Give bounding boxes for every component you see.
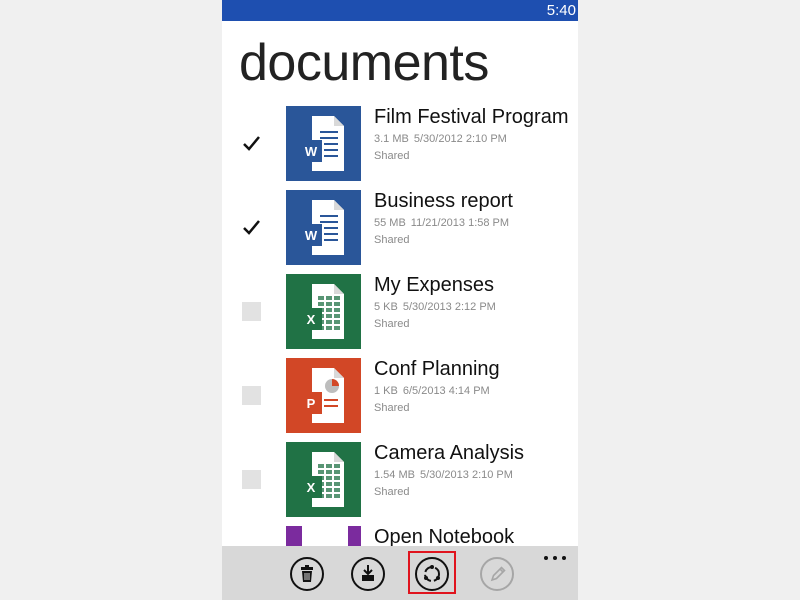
status-clock: 5:40 [546, 2, 576, 19]
share-button[interactable] [415, 557, 449, 591]
checkmark-icon [243, 136, 260, 151]
list-item[interactable]: X Camera Analysis 1.54 MB 5/30/2013 2:10 PM… [222, 442, 578, 526]
document-date: 11/21/2013 1:58 PM [410, 217, 510, 229]
page-title: documents [239, 34, 489, 92]
document-info[interactable]: My Expenses 5 KB 5/30/2013 2:12 PM Shared [374, 274, 578, 331]
document-date: 5/30/2013 2:12 PM [402, 301, 496, 313]
svg-text:W: W [305, 144, 318, 159]
list-item[interactable]: W Film Festival Program 3.1 MB 5/30/2012 2:… [222, 106, 578, 190]
share-icon [424, 565, 440, 582]
document-date: 5/30/2012 2:10 PM [413, 133, 507, 145]
download-icon [362, 565, 374, 581]
document-size: 1 KB [374, 385, 398, 397]
svg-text:X: X [307, 480, 316, 495]
word-doc-icon[interactable]: W [286, 190, 361, 265]
svg-text:X: X [307, 312, 316, 327]
pencil-icon [490, 566, 506, 582]
document-name[interactable]: My Expenses [374, 273, 578, 297]
document-meta: 5 KB 5/30/2013 2:12 PM [374, 300, 578, 314]
more-options-icon[interactable] [544, 554, 568, 564]
document-size: 55 MB [374, 217, 406, 229]
delete-button[interactable] [290, 557, 324, 591]
document-date: 5/30/2013 2:10 PM [419, 469, 513, 481]
trash-icon [301, 565, 313, 582]
document-meta: 3.1 MB 5/30/2012 2:10 PM [374, 132, 578, 146]
checkbox[interactable] [242, 470, 261, 489]
document-meta: 55 MB 11/21/2013 1:58 PM [374, 216, 578, 230]
document-info[interactable]: Conf Planning 1 KB 6/5/2013 4:14 PM Shared [374, 358, 578, 415]
edit-button[interactable] [480, 557, 514, 591]
list-item[interactable]: W Business report 55 MB 11/21/2013 1:58 PM S… [222, 190, 578, 274]
document-meta: 1.54 MB 5/30/2013 2:10 PM [374, 468, 578, 482]
svg-text:P: P [307, 396, 316, 411]
document-size: 1.54 MB [374, 469, 415, 481]
document-meta: 1 KB 6/5/2013 4:14 PM [374, 384, 578, 398]
powerpoint-slide-icon[interactable]: P [286, 358, 361, 433]
document-info[interactable]: Film Festival Program 3.1 MB 5/30/2012 2:1… [374, 106, 578, 163]
document-size: 3.1 MB [374, 133, 409, 145]
excel-sheet-icon[interactable]: X [286, 274, 361, 349]
checkmark-icon [243, 220, 260, 235]
document-size: 5 KB [374, 301, 398, 313]
document-info[interactable]: Camera Analysis 1.54 MB 5/30/2013 2:10 PM S… [374, 442, 578, 499]
document-info[interactable]: Business report 55 MB 11/21/2013 1:58 PM Sh… [374, 190, 578, 247]
list-item[interactable]: X My Expenses 5 KB 5/30/2013 2:12 PM Shared [222, 274, 578, 358]
word-doc-icon[interactable]: W [286, 106, 361, 181]
document-status: Shared [374, 486, 410, 498]
checkbox[interactable] [242, 302, 261, 321]
status-bar: 5:40 [222, 0, 578, 21]
document-status: Shared [374, 234, 410, 246]
document-status: Shared [374, 402, 410, 414]
checkbox[interactable] [242, 386, 261, 405]
document-name[interactable]: Film Festival Program [374, 105, 578, 129]
document-date: 6/5/2013 4:14 PM [402, 385, 490, 397]
checkbox-checked[interactable] [242, 218, 261, 237]
svg-text:W: W [305, 228, 318, 243]
list-item[interactable]: P Conf Planning 1 KB 6/5/2013 4:14 PM Shared [222, 358, 578, 442]
checkbox-checked[interactable] [242, 134, 261, 153]
document-name[interactable]: Camera Analysis [374, 441, 578, 465]
excel-sheet-icon[interactable]: X [286, 442, 361, 517]
phone-screen: 5:40 documents W Film Festival Program 3.1… [222, 0, 578, 600]
document-status: Shared [374, 318, 410, 330]
document-status: Shared [374, 150, 410, 162]
document-list: W Film Festival Program 3.1 MB 5/30/2012 2:… [222, 106, 578, 600]
document-name[interactable]: Conf Planning [374, 357, 578, 381]
document-name[interactable]: Business report [374, 189, 578, 213]
app-bar [222, 546, 578, 600]
save-to-phone-button[interactable] [351, 557, 385, 591]
